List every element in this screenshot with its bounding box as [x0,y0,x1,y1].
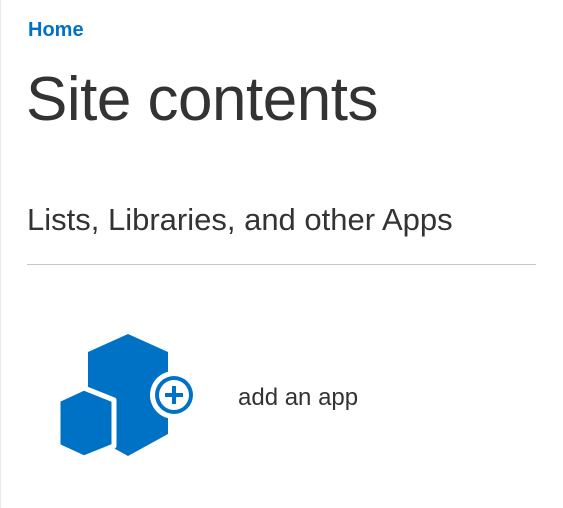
section-heading: Lists, Libraries, and other Apps [27,202,453,237]
breadcrumb-home-link[interactable]: Home [28,18,84,42]
add-app-icon[interactable] [58,332,200,458]
add-app-label: add an app [238,384,359,411]
page-title: Site contents [26,65,378,134]
section-divider [27,264,536,265]
left-border [0,0,1,508]
add-an-app-tile[interactable]: add an app [58,332,398,458]
